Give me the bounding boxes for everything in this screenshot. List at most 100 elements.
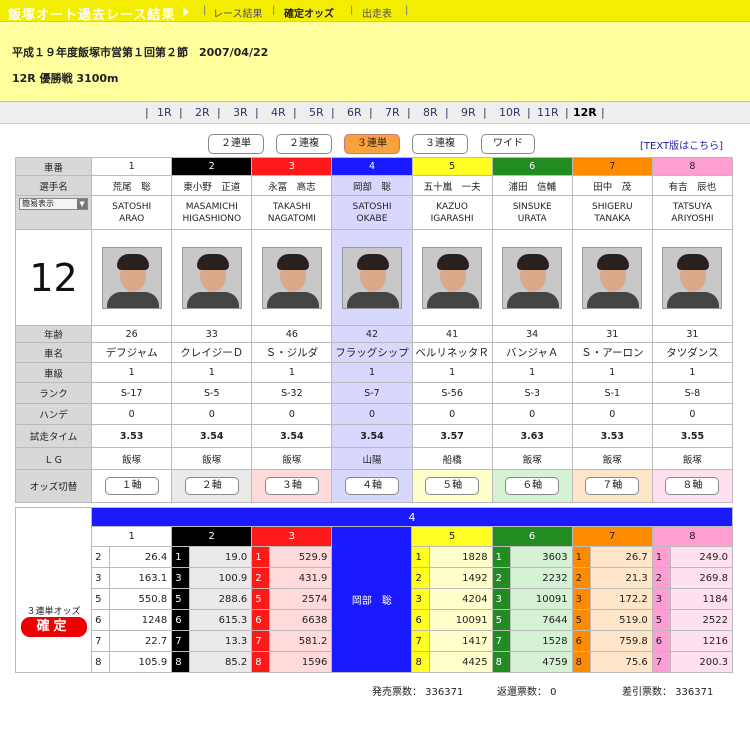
axis-rider-name: 岡部 聡 [331, 526, 413, 673]
nav-entry-list[interactable]: 出走表 [362, 5, 392, 20]
axis-button-4[interactable]: ４軸 [344, 477, 399, 495]
nav-odds[interactable]: 確定オッズ [284, 5, 334, 20]
home-track: 飯塚 [91, 447, 173, 470]
rider-age: 33 [171, 325, 253, 343]
odds-value: 4759 [509, 651, 573, 673]
race-link-2r[interactable]: 2R [195, 106, 210, 119]
bet-tab-1[interactable]: ２連単 [208, 134, 264, 154]
rider-photo [582, 246, 643, 309]
romaji-family: OKABE [356, 213, 388, 224]
car-class: 1 [571, 362, 653, 383]
rider-name[interactable]: 永冨 高志 [251, 175, 333, 196]
axis-button-1[interactable]: １軸 [104, 477, 159, 495]
race-link-3r[interactable]: 3R [233, 106, 248, 119]
odds-third-car: 6 [651, 630, 671, 652]
odds-value: 1596 [269, 651, 333, 673]
rider-age: 31 [571, 325, 653, 343]
rider-photo-cell [411, 229, 493, 326]
odds-value: 7644 [509, 609, 573, 631]
rider-name[interactable]: 岡部 聡 [331, 175, 413, 196]
nav-separator: | [407, 106, 411, 119]
rider-romaji: TATSUYA ARIYOSHI [651, 195, 734, 230]
axis-button-3[interactable]: ３軸 [264, 477, 319, 495]
row-label: 車番 [14, 157, 93, 176]
romaji-given: TATSUYA [672, 201, 712, 212]
race-link-8r[interactable]: 8R [423, 106, 438, 119]
odds-value: 2232 [509, 567, 573, 589]
rider-photo [662, 246, 723, 309]
rider-name[interactable]: 五十嵐 一夫 [411, 175, 493, 196]
trial-time: 3.53 [91, 424, 173, 448]
odds-third-car: 2 [651, 567, 671, 589]
odds-third-car: 3 [651, 588, 671, 610]
odds-value: 10091 [429, 609, 493, 631]
romaji-family: IGARASHI [430, 213, 474, 224]
trial-time: 3.53 [571, 424, 653, 448]
handicap: 0 [571, 403, 653, 425]
home-track: 船橋 [411, 447, 493, 470]
row-label: オッズ切替 [14, 469, 93, 503]
race-link-6r[interactable]: 6R [347, 106, 362, 119]
rider-name[interactable]: 東小野 正道 [171, 175, 253, 196]
race-link-11r[interactable]: 11R [537, 106, 559, 119]
bet-tab-4[interactable]: ３連複 [412, 134, 468, 154]
race-link-4r[interactable]: 4R [271, 106, 286, 119]
odds-third-car: 6 [171, 609, 191, 631]
sales-count: 発売票数： 336371 [372, 687, 464, 698]
odds-second-car: 8 [651, 526, 734, 547]
odds-value: 1216 [669, 630, 734, 652]
axis-button-6[interactable]: ６軸 [505, 477, 560, 495]
handicap: 0 [91, 403, 173, 425]
home-track: 飯塚 [651, 447, 734, 470]
rider-name[interactable]: 田中 茂 [571, 175, 653, 196]
rider-rank: S-5 [171, 382, 253, 404]
bet-tab-3[interactable]: ３連単 [344, 134, 400, 154]
rider-rank: S-3 [491, 382, 573, 404]
car-name: Ｓ・ジルダ [251, 342, 333, 363]
race-link-10r[interactable]: 10R [499, 106, 521, 119]
bet-tab-5[interactable]: ワイド [481, 134, 535, 154]
car-number: 4 [331, 157, 413, 176]
rider-rank: S-56 [411, 382, 493, 404]
handicap: 0 [171, 403, 253, 425]
rider-romaji: SATOSHI ARAO [91, 195, 173, 230]
odds-value: 21.3 [589, 567, 653, 589]
odds-third-car: 1 [651, 546, 671, 568]
odds-third-car: 8 [491, 651, 511, 673]
race-link-1r[interactable]: 1R [157, 106, 172, 119]
axis-button-2[interactable]: ２軸 [184, 477, 239, 495]
car-class: 1 [251, 362, 333, 383]
handicap: 0 [651, 403, 734, 425]
rider-name[interactable]: 浦田 信輔 [491, 175, 573, 196]
rider-name[interactable]: 有吉 辰也 [651, 175, 734, 196]
rider-name[interactable]: 荒尾 聡 [91, 175, 173, 196]
bet-tab-2[interactable]: ２連複 [276, 134, 332, 154]
home-track: 飯塚 [171, 447, 253, 470]
text-version-link[interactable]: [TEXT版はこちら] [640, 137, 723, 152]
rider-photo-cell [91, 229, 173, 326]
rider-age: 31 [651, 325, 734, 343]
nav-race-result[interactable]: レース結果 [213, 5, 263, 20]
race-link-12r[interactable]: 12R [573, 106, 597, 119]
odds-label-cell: ３連単オッズ 確定 [14, 507, 93, 673]
rider-photo-cell [491, 229, 573, 326]
odds-switch-cell: １軸 [91, 469, 173, 503]
race-link-9r[interactable]: 9R [461, 106, 476, 119]
rider-photo-cell [651, 229, 734, 326]
odds-value: 4425 [429, 651, 493, 673]
trial-time: 3.54 [171, 424, 253, 448]
odds-third-car: 6 [411, 609, 431, 631]
odds-value: 2522 [669, 609, 734, 631]
axis-button-5[interactable]: ５軸 [425, 477, 480, 495]
odds-value: 1528 [509, 630, 573, 652]
odds-third-car: 5 [251, 588, 271, 610]
race-link-5r[interactable]: 5R [309, 106, 324, 119]
rider-age: 46 [251, 325, 333, 343]
axis-button-7[interactable]: ７軸 [585, 477, 640, 495]
display-mode-label: 簡易表示 [22, 199, 54, 208]
race-link-7r[interactable]: 7R [385, 106, 400, 119]
rider-age: 42 [331, 325, 413, 343]
axis-button-8[interactable]: ８軸 [665, 477, 720, 495]
odds-value: 75.6 [589, 651, 653, 673]
display-mode-select[interactable]: 簡易表示 ▼ [19, 198, 89, 210]
